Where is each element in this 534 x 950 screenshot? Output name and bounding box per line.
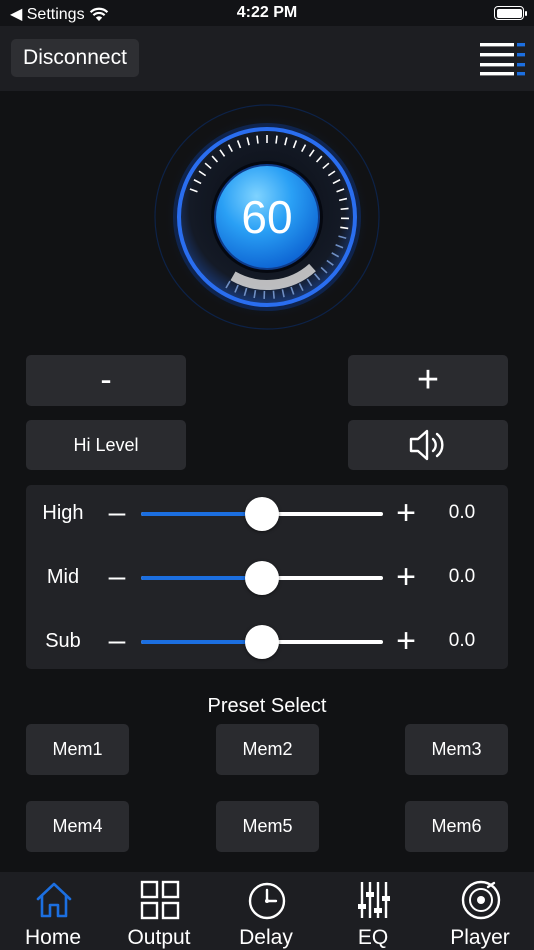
tone-panel: High – + 0.0 Mid – + 0.0 Sub – + 0.0 <box>26 485 508 669</box>
mid-slider[interactable] <box>141 561 383 595</box>
tab-home[interactable]: Home <box>0 872 106 950</box>
speaker-icon <box>409 429 444 461</box>
grid-icon <box>140 880 180 920</box>
menu-icon[interactable] <box>480 42 526 76</box>
tab-label: Delay <box>239 926 293 949</box>
volume-knob[interactable]: 60 <box>153 103 381 331</box>
header-bar: Disconnect <box>0 26 534 91</box>
tone-row-mid: Mid – + 0.0 <box>26 558 508 598</box>
preset-mem3-button[interactable]: Mem3 <box>405 724 508 775</box>
high-slider-thumb[interactable] <box>245 497 279 531</box>
high-slider[interactable] <box>141 497 383 531</box>
mid-value: 0.0 <box>448 566 476 587</box>
tab-label: Output <box>127 926 191 949</box>
tone-row-sub: Sub – + 0.0 <box>26 622 508 662</box>
volume-value: 60 <box>241 191 293 243</box>
tab-player[interactable]: Player <box>427 872 533 950</box>
sub-value: 0.0 <box>448 630 476 651</box>
equalizer-icon <box>358 882 390 918</box>
tab-bar: Home Output Delay EQ Player <box>0 872 534 950</box>
tab-output[interactable]: Output <box>106 872 212 950</box>
battery-icon <box>494 6 527 20</box>
sub-plus-button[interactable]: + <box>392 622 420 661</box>
speaker-button[interactable] <box>348 420 508 470</box>
preset-title: Preset Select <box>207 695 327 717</box>
tone-label: High <box>42 502 84 524</box>
preset-mem1-button[interactable]: Mem1 <box>26 724 129 775</box>
tab-label: Player <box>450 926 510 949</box>
tab-label: Home <box>24 926 82 949</box>
sub-slider[interactable] <box>141 625 383 659</box>
mid-minus-button[interactable]: – <box>106 560 128 594</box>
tab-delay[interactable]: Delay <box>213 872 319 950</box>
tone-label: Mid <box>46 566 80 588</box>
volume-up-button[interactable]: + <box>348 355 508 406</box>
tone-label: Sub <box>45 630 81 652</box>
sub-slider-thumb[interactable] <box>245 625 279 659</box>
status-bar: ◀ Settings 4:22 PM <box>0 0 534 26</box>
sub-slider-fill <box>141 640 262 644</box>
volume-down-button[interactable]: - <box>26 355 186 406</box>
preset-mem2-button[interactable]: Mem2 <box>216 724 319 775</box>
mid-slider-thumb[interactable] <box>245 561 279 595</box>
tab-label: EQ <box>357 926 389 949</box>
preset-mem6-button[interactable]: Mem6 <box>405 801 508 852</box>
disconnect-button[interactable]: Disconnect <box>11 39 139 77</box>
preset-mem5-button[interactable]: Mem5 <box>216 801 319 852</box>
high-plus-button[interactable]: + <box>392 494 420 533</box>
mid-slider-fill <box>141 576 262 580</box>
record-icon <box>461 880 501 920</box>
high-slider-fill <box>141 512 262 516</box>
sub-minus-button[interactable]: – <box>106 624 128 658</box>
high-value: 0.0 <box>448 502 476 523</box>
home-icon <box>36 882 72 918</box>
high-minus-button[interactable]: – <box>106 496 128 530</box>
preset-mem4-button[interactable]: Mem4 <box>26 801 129 852</box>
clock-icon <box>248 882 286 920</box>
tone-row-high: High – + 0.0 <box>26 494 508 534</box>
status-time: 4:22 PM <box>236 4 298 21</box>
tab-eq[interactable]: EQ <box>320 872 426 950</box>
mid-plus-button[interactable]: + <box>392 558 420 597</box>
hi-level-button[interactable]: Hi Level <box>26 420 186 470</box>
